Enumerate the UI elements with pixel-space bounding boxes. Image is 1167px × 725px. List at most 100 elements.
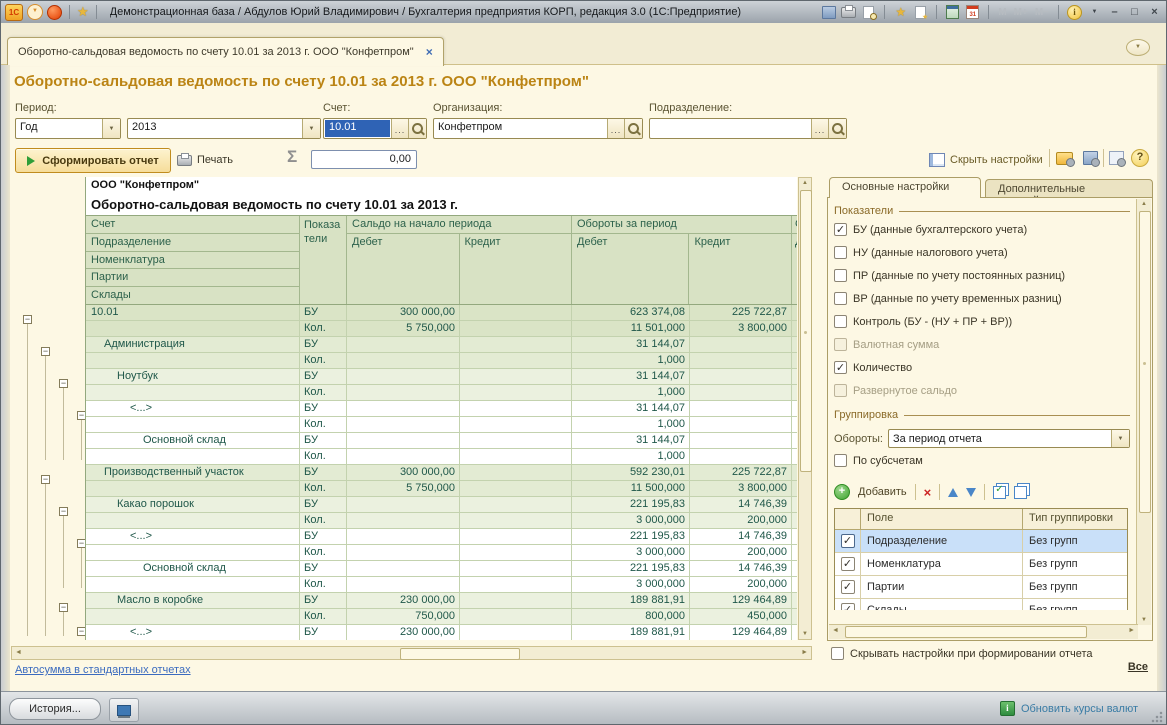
add-button[interactable]: Добавить — [858, 486, 907, 498]
delete-icon[interactable]: × — [924, 485, 932, 500]
organization-more-button[interactable]: ... — [607, 119, 624, 138]
load-settings-button[interactable] — [1055, 149, 1073, 167]
hide-settings-button[interactable]: Скрыть настройки — [929, 150, 1043, 170]
report-row[interactable]: Кол.5 750,00011 501,0003 800,000 — [86, 321, 797, 337]
tree-expander-icon[interactable]: − — [59, 379, 68, 388]
tab-list-dropdown-icon[interactable]: ▼ — [1126, 39, 1150, 56]
sum-sigma-icon[interactable]: Σ — [287, 147, 297, 167]
check-all-icon[interactable] — [993, 486, 1006, 499]
report-vscroll-thumb[interactable] — [800, 190, 812, 472]
indicator-checkbox[interactable]: НУ (данные налогового учета) — [834, 241, 1130, 264]
indicator-checkbox[interactable]: ВР (данные по учету временных разниц) — [834, 287, 1130, 310]
tree-expander-icon[interactable]: − — [59, 603, 68, 612]
grouping-table-row[interactable]: ✓ПартииБез групп — [835, 576, 1127, 599]
minimize-button[interactable]: – — [1107, 5, 1122, 19]
department-field[interactable]: ... — [649, 118, 847, 139]
checkbox-box[interactable] — [834, 246, 847, 259]
report-row[interactable]: <...>БУ31 144,07 — [86, 401, 797, 417]
update-rates-link[interactable]: i Обновить курсы валют — [1000, 701, 1138, 716]
calculator-icon[interactable] — [945, 5, 960, 19]
monitor-button[interactable] — [109, 698, 139, 722]
period-value-combo[interactable]: 2013 ▼ — [127, 118, 321, 139]
report-row[interactable]: Масло в коробкеБУ230 000,00189 881,91129… — [86, 593, 797, 609]
grouping-table-row[interactable]: ✓СкладыБез групп — [835, 599, 1127, 610]
settings-hscroll-thumb[interactable] — [845, 626, 1087, 638]
report-row[interactable]: Кол.1,000 — [86, 449, 797, 465]
generate-report-button[interactable]: Сформировать отчет — [15, 148, 171, 173]
report-row[interactable]: Кол.5 750,00011 500,0003 800,000 — [86, 481, 797, 497]
settings-vscroll-thumb[interactable] — [1139, 211, 1151, 513]
report-row[interactable]: Кол.750,000800,000450,000 — [86, 609, 797, 625]
organization-field[interactable]: Конфетпром ... — [433, 118, 643, 139]
checkbox-box[interactable] — [834, 454, 847, 467]
scroll-left-icon[interactable]: ◄ — [832, 627, 839, 634]
1c-logo-icon[interactable]: 1С — [5, 4, 23, 21]
checkbox-box[interactable] — [834, 269, 847, 282]
tree-expander-icon[interactable]: − — [23, 315, 32, 324]
tab-additional-settings[interactable]: Дополнительные настройки — [985, 179, 1153, 198]
checkbox-box[interactable] — [831, 647, 844, 660]
checkbox-box[interactable]: ✓ — [834, 361, 847, 374]
settings-horizontal-scrollbar[interactable]: ◄ ► — [829, 624, 1138, 639]
report-row[interactable]: Кол.1,000 — [86, 417, 797, 433]
print-preview-icon[interactable] — [861, 5, 876, 19]
info-icon[interactable]: i — [1067, 5, 1082, 19]
account-search-icon[interactable] — [408, 119, 426, 138]
report-row[interactable]: Какао порошокБУ221 195,8314 746,39 — [86, 497, 797, 513]
scroll-down-icon[interactable]: ▼ — [1137, 617, 1151, 623]
print-button[interactable]: Печать — [177, 150, 233, 170]
tree-expander-icon[interactable]: − — [77, 539, 85, 548]
close-button[interactable]: × — [1147, 5, 1162, 19]
checkbox-box[interactable]: ✓ — [841, 603, 855, 610]
indicator-checkbox[interactable]: ПР (данные по учету постоянных разниц) — [834, 264, 1130, 287]
account-more-button[interactable]: ... — [391, 119, 408, 138]
indicator-checkbox[interactable]: Контроль (БУ - (НУ + ПР + ВР)) — [834, 310, 1130, 333]
tree-expander-icon[interactable]: − — [77, 627, 85, 636]
red-ball-icon[interactable] — [47, 5, 62, 20]
report-row[interactable]: Основной складБУ31 144,07 — [86, 433, 797, 449]
report-row[interactable]: Основной складБУ221 195,8314 746,39 — [86, 561, 797, 577]
all-link[interactable]: Все — [1128, 661, 1148, 673]
settings-vertical-scrollbar[interactable]: ▲ ▼ — [1136, 199, 1151, 625]
report-horizontal-scrollbar[interactable]: ◄ ► — [11, 646, 812, 660]
scroll-up-icon[interactable]: ▲ — [799, 180, 811, 186]
add-favorite-icon[interactable]: ★ — [893, 5, 908, 19]
checkbox-box[interactable]: ✓ — [834, 223, 847, 236]
tree-expander-icon[interactable]: − — [41, 347, 50, 356]
save-settings-button[interactable] — [1081, 149, 1099, 167]
tree-expander-icon[interactable]: − — [41, 475, 50, 484]
report-row[interactable]: 10.01БУ300 000,00623 374,08225 722,87 — [86, 305, 797, 321]
sum-field[interactable]: 0,00 — [311, 150, 417, 169]
report-row[interactable]: АдминистрацияБУ31 144,07 — [86, 337, 797, 353]
account-field[interactable]: 10.01 ... — [323, 118, 427, 139]
report-sheet[interactable]: ООО "Конфетпром" Оборотно-сальдовая ведо… — [85, 177, 797, 640]
move-down-icon[interactable] — [966, 488, 976, 497]
grouping-table-row[interactable]: ✓НоменклатураБез групп — [835, 553, 1127, 576]
checkbox-box[interactable] — [834, 315, 847, 328]
report-row[interactable]: Кол.3 000,000200,000 — [86, 577, 797, 593]
indicator-checkbox[interactable]: Валютная сумма — [834, 333, 1130, 356]
uncheck-all-icon[interactable] — [1014, 486, 1027, 499]
checkbox-box[interactable]: ✓ — [841, 580, 855, 594]
turnovers-dropdown-icon[interactable]: ▼ — [1111, 430, 1129, 447]
move-up-icon[interactable] — [948, 488, 958, 497]
period-type-combo[interactable]: Год ▼ — [15, 118, 121, 139]
help-button[interactable]: ? — [1131, 149, 1149, 167]
tab-close-icon[interactable]: × — [426, 45, 433, 59]
tree-expander-icon[interactable]: − — [77, 411, 85, 420]
report-settings-button[interactable] — [1107, 149, 1125, 167]
resize-grip[interactable] — [1151, 711, 1163, 723]
report-row[interactable]: Кол.3 000,000200,000 — [86, 545, 797, 561]
period-value-dropdown-icon[interactable]: ▼ — [302, 119, 320, 138]
report-row[interactable]: Кол.1,000 — [86, 353, 797, 369]
report-hscroll-thumb[interactable] — [400, 648, 520, 660]
report-row[interactable]: Кол.3 000,000200,000 — [86, 513, 797, 529]
favorites-star-icon[interactable]: ★ — [77, 5, 89, 19]
checkbox-box[interactable] — [834, 338, 847, 351]
indicator-checkbox[interactable]: ✓Количество — [834, 356, 1130, 379]
report-row[interactable]: <...>БУ230 000,00189 881,91129 464,89 — [86, 625, 797, 640]
report-row[interactable]: <...>БУ221 195,8314 746,39 — [86, 529, 797, 545]
autosum-link[interactable]: Автосумма в стандартных отчетах — [15, 664, 191, 676]
report-row[interactable]: НоутбукБУ31 144,07 — [86, 369, 797, 385]
scroll-right-icon[interactable]: ► — [801, 649, 808, 656]
